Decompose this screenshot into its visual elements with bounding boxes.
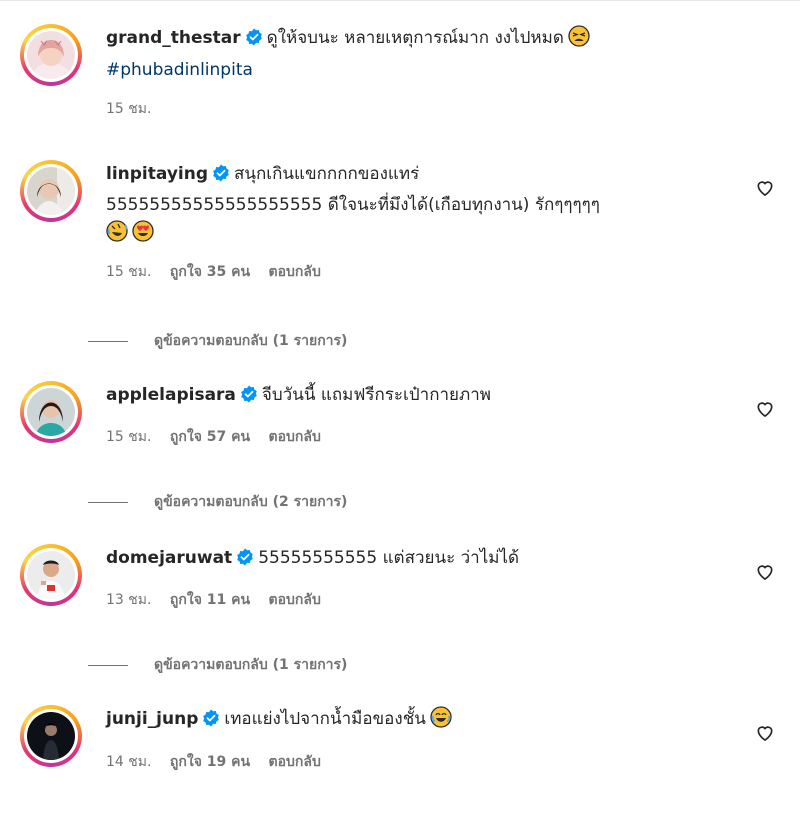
comment-body: เทอแย่งไปจากน้ำมือของชั้น [224, 709, 426, 729]
reply-button[interactable]: ตอบกลับ [269, 264, 321, 280]
comment-meta: 15 ชม. ถูกใจ 57 คน ตอบกลับ [106, 426, 706, 448]
comment-body: จีบวันนี้ แถมฟรีกระเป๋ากายภาพ [261, 385, 491, 405]
view-replies-link[interactable]: ดูข้อความตอบกลับ (2 รายการ) [88, 491, 347, 513]
avatar[interactable] [20, 705, 82, 767]
view-replies-label: ดูข้อความตอบกลับ (1 รายการ) [154, 657, 348, 673]
comment-text: domejaruwat 55555555555 แต่สวยนะ ว่าไม่ได… [106, 544, 706, 575]
view-replies-link[interactable]: ดูข้อความตอบกลับ (1 รายการ) [88, 654, 347, 676]
avatar[interactable] [20, 160, 82, 222]
comment-text: grand_thestar ดูให้จบนะ หลายเหตุการณ์มาก … [106, 24, 706, 84]
reply-button[interactable]: ตอบกลับ [269, 429, 321, 445]
comment-time[interactable]: 15 ชม. [106, 101, 151, 117]
comment-time[interactable]: 14 ชม. [106, 754, 151, 770]
heart-eyes-icon [132, 220, 154, 251]
comment-meta: 14 ชม. ถูกใจ 19 คน ตอบกลับ [106, 751, 706, 773]
comment-username[interactable]: domejaruwat [106, 548, 232, 568]
like-heart-icon[interactable] [755, 562, 777, 584]
comment-meta: 15 ชม. ถูกใจ 35 คน ตอบกลับ [106, 261, 706, 283]
reply-button[interactable]: ตอบกลับ [269, 592, 321, 608]
hashtag-link[interactable]: #phubadinlinpita [106, 60, 253, 80]
comment-username[interactable]: applelapisara [106, 385, 236, 405]
view-replies-label: ดูข้อความตอบกลับ (2 รายการ) [154, 494, 348, 510]
reply-button[interactable]: ตอบกลับ [269, 754, 321, 770]
like-heart-icon[interactable] [755, 399, 777, 421]
verified-badge-icon [240, 384, 258, 412]
tired-face-icon [568, 25, 590, 56]
comment-meta: 13 ชม. ถูกใจ 11 คน ตอบกลับ [106, 589, 706, 611]
divider [0, 0, 800, 1]
comment-username[interactable]: junji_junp [106, 709, 198, 729]
comments-page: grand_thestar ดูให้จบนะ หลายเหตุการณ์มาก … [0, 0, 800, 820]
tears-of-joy-icon [430, 706, 452, 737]
verified-badge-icon [236, 547, 254, 575]
comment-time[interactable]: 15 ชม. [106, 429, 151, 445]
like-heart-icon[interactable] [755, 723, 777, 745]
comment-time[interactable]: 13 ชม. [106, 592, 151, 608]
likes-count[interactable]: ถูกใจ 35 คน [170, 264, 250, 280]
like-heart-icon[interactable] [755, 178, 777, 200]
comment-time[interactable]: 15 ชม. [106, 264, 151, 280]
divider [88, 501, 128, 503]
comment-meta: 15 ชม. [106, 98, 706, 120]
comment-username[interactable]: grand_thestar [106, 28, 241, 48]
likes-count[interactable]: ถูกใจ 57 คน [170, 429, 250, 445]
comment-text: applelapisara จีบวันนี้ แถมฟรีกระเป๋ากายภ… [106, 381, 706, 412]
comment-body: 55555555555 แต่สวยนะ ว่าไม่ได้ [258, 548, 520, 568]
avatar[interactable] [20, 381, 82, 443]
verified-badge-icon [245, 27, 263, 55]
avatar[interactable] [20, 544, 82, 606]
verified-badge-icon [212, 163, 230, 191]
view-replies-label: ดูข้อความตอบกลับ (1 รายการ) [154, 333, 348, 349]
avatar[interactable] [20, 24, 82, 86]
likes-count[interactable]: ถูกใจ 11 คน [170, 592, 250, 608]
comment-body: ดูให้จบนะ หลายเหตุการณ์มาก งงไปหมด [266, 28, 564, 48]
rofl-icon [106, 220, 128, 251]
likes-count[interactable]: ถูกใจ 19 คน [170, 754, 250, 770]
view-replies-link[interactable]: ดูข้อความตอบกลับ (1 รายการ) [88, 330, 347, 352]
comment-username[interactable]: linpitaying [106, 164, 208, 184]
comment-text: linpitaying สนุกเกินแขกกกกของแทร่ 5555555… [106, 160, 706, 251]
divider [88, 340, 128, 342]
comment-body-line2: 55555555555555555555 ดีใจนะที่มึงได้(เกื… [106, 195, 600, 215]
comment-text: junji_junp เทอแย่งไปจากน้ำมือของชั้น [106, 705, 706, 737]
divider [88, 664, 128, 666]
comment-body: สนุกเกินแขกกกกของแทร่ [234, 164, 420, 184]
verified-badge-icon [202, 708, 220, 736]
